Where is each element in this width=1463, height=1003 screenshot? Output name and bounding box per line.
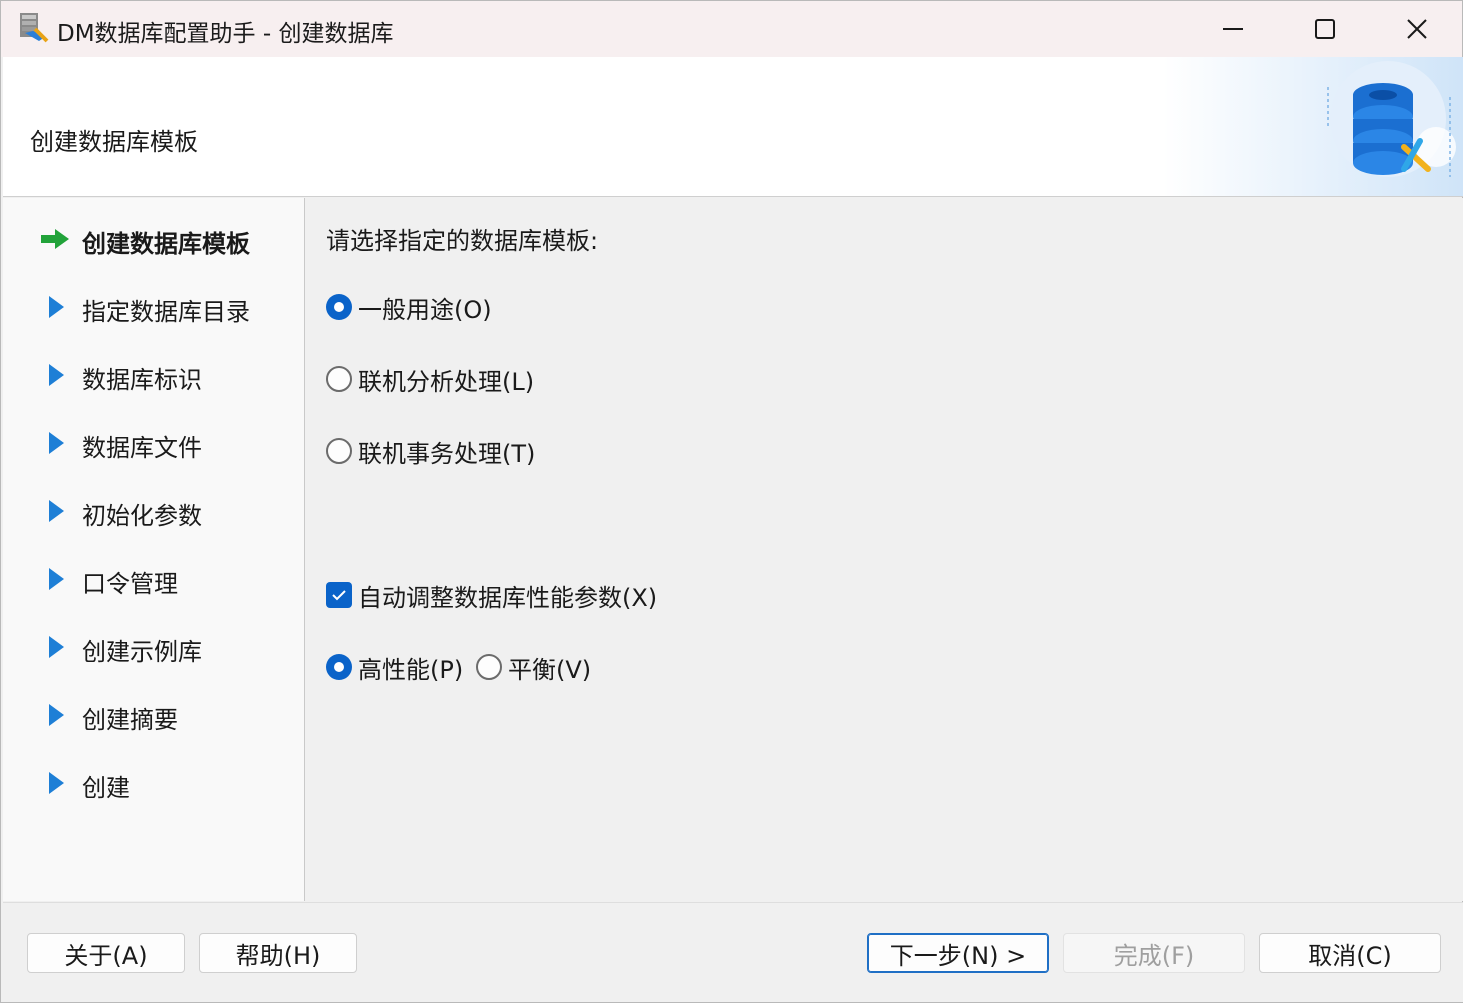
radio-label: 一般用途(O): [358, 295, 492, 324]
radio-high-performance[interactable]: 高性能(P): [326, 651, 464, 684]
step-item-template: 创建数据库模板: [3, 219, 303, 259]
step-label: 数据库标识: [82, 366, 202, 394]
radio-oltp[interactable]: 联机事务处理(T): [326, 435, 536, 468]
maximize-icon: [1315, 19, 1335, 39]
arrow-right-icon: [41, 229, 69, 249]
close-button[interactable]: [1371, 1, 1463, 57]
window-title: DM数据库配置助手 - 创建数据库: [57, 21, 394, 47]
auto-tune-checkbox[interactable]: [326, 582, 352, 608]
triangle-right-icon: [49, 364, 64, 386]
step-item-sample-db: 创建示例库: [3, 627, 303, 667]
triangle-right-icon: [49, 568, 64, 590]
step-item-create: 创建: [3, 763, 303, 803]
radio-label: 平衡(V): [508, 655, 592, 684]
step-label: 指定数据库目录: [82, 298, 250, 326]
radio-label: 联机事务处理(T): [358, 439, 536, 468]
step-label: 口令管理: [82, 570, 178, 598]
content-panel: 请选择指定的数据库模板: 一般用途(O) 联机分析处理(L) 联机事务处理(T)…: [306, 198, 1463, 901]
button-bar: 关于(A) 帮助(H) 下一步(N) > 完成(F) 取消(C): [3, 902, 1463, 1002]
about-button[interactable]: 关于(A): [27, 933, 185, 973]
dialog-window: DM数据库配置助手 - 创建数据库 创建数据库模板 创建数据库模板 指定数据库目…: [0, 0, 1463, 1003]
close-icon: [1407, 19, 1427, 39]
finish-button[interactable]: 完成(F): [1063, 933, 1245, 973]
auto-tune-checkbox-row[interactable]: 自动调整数据库性能参数(X): [326, 579, 658, 612]
triangle-right-icon: [49, 432, 64, 454]
next-button[interactable]: 下一步(N) >: [867, 933, 1049, 973]
radio-button[interactable]: [326, 438, 352, 464]
triangle-right-icon: [49, 636, 64, 658]
title-bar[interactable]: DM数据库配置助手 - 创建数据库: [1, 1, 1462, 57]
checkmark-icon: [332, 590, 346, 601]
step-item-directory: 指定数据库目录: [3, 287, 303, 327]
radio-button-checked[interactable]: [326, 294, 352, 320]
help-button[interactable]: 帮助(H): [199, 933, 357, 973]
radio-button[interactable]: [326, 366, 352, 392]
radio-general[interactable]: 一般用途(O): [326, 291, 492, 324]
step-item-password: 口令管理: [3, 559, 303, 599]
step-label: 创建: [82, 774, 130, 802]
header-banner: 创建数据库模板: [3, 57, 1463, 197]
triangle-right-icon: [49, 772, 64, 794]
app-icon: [20, 13, 49, 43]
minimize-icon: [1223, 28, 1243, 30]
radio-olap[interactable]: 联机分析处理(L): [326, 363, 535, 396]
checkbox-label: 自动调整数据库性能参数(X): [358, 583, 658, 612]
triangle-right-icon: [49, 296, 64, 318]
page-title: 创建数据库模板: [30, 128, 198, 156]
radio-balanced[interactable]: 平衡(V): [476, 651, 592, 684]
maximize-button[interactable]: [1279, 1, 1371, 57]
step-label: 数据库文件: [82, 434, 202, 462]
step-item-init-params: 初始化参数: [3, 491, 303, 531]
template-prompt: 请选择指定的数据库模板:: [326, 227, 599, 255]
step-label: 创建摘要: [82, 706, 178, 734]
triangle-right-icon: [49, 500, 64, 522]
cancel-button[interactable]: 取消(C): [1259, 933, 1441, 973]
radio-label: 联机分析处理(L): [358, 367, 535, 396]
database-wrench-illustration: [1327, 61, 1456, 177]
step-item-summary: 创建摘要: [3, 695, 303, 735]
radio-button-checked[interactable]: [326, 654, 352, 680]
step-label: 创建数据库模板: [82, 230, 250, 258]
triangle-right-icon: [49, 704, 64, 726]
step-label: 初始化参数: [82, 502, 202, 530]
radio-label: 高性能(P): [358, 655, 464, 684]
steps-panel: 创建数据库模板 指定数据库目录 数据库标识 数据库文件 初始化参数 口令管理 创…: [3, 198, 305, 901]
step-label: 创建示例库: [82, 638, 202, 666]
step-item-files: 数据库文件: [3, 423, 303, 463]
minimize-button[interactable]: [1187, 1, 1279, 57]
radio-button[interactable]: [476, 654, 502, 680]
step-item-identity: 数据库标识: [3, 355, 303, 395]
